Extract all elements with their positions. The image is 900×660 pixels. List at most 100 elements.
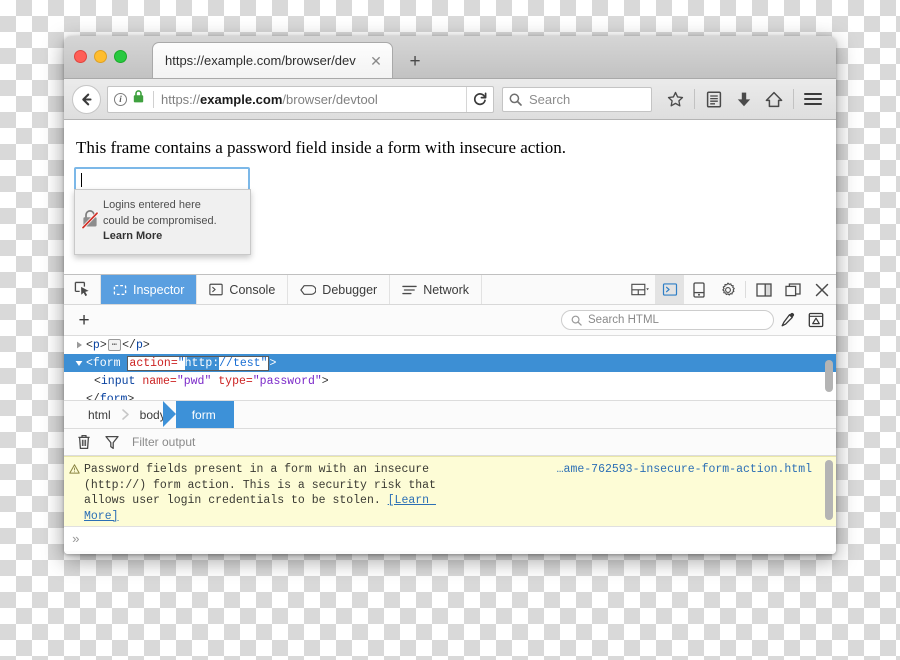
browser-tab-title: https://example.com/browser/dev — [165, 53, 356, 68]
responsive-design-icon[interactable] — [684, 275, 713, 304]
tab-console-label: Console — [229, 282, 276, 297]
toolbar-divider-2 — [793, 89, 794, 109]
node-picker-icon[interactable] — [64, 275, 101, 304]
minimize-window-button[interactable] — [94, 50, 107, 63]
devtools-toolbar-divider — [745, 281, 746, 298]
form-close-open-bracket: </ — [86, 392, 100, 401]
devtools-toolbar-spacer — [482, 275, 626, 304]
console-filter-row: Filter output — [64, 429, 836, 456]
back-arrow-icon — [82, 93, 92, 105]
eyedropper-icon[interactable] — [774, 312, 802, 328]
page-info-icon[interactable]: i — [114, 92, 127, 106]
filter-output-placeholder[interactable]: Filter output — [132, 435, 195, 449]
password-input[interactable] — [74, 167, 250, 191]
close-devtools-icon[interactable] — [807, 275, 836, 304]
text-caret — [81, 173, 82, 187]
console-input-prompt[interactable]: » — [64, 526, 836, 551]
input-close-bracket: > — [321, 374, 329, 388]
browser-tab[interactable]: https://example.com/browser/dev ✕ — [152, 42, 393, 78]
insecure-login-tooltip: Logins entered here could be compromised… — [74, 189, 251, 255]
search-icon — [509, 93, 522, 106]
expand-twisty-icon[interactable] — [72, 341, 86, 349]
breadcrumb: html body form — [64, 401, 836, 429]
page-heading: This frame contains a password field ins… — [76, 138, 567, 157]
tooltip-text: Logins entered here could be compromised… — [103, 198, 217, 245]
collapse-twisty-icon[interactable] — [72, 360, 86, 367]
form-attr-space — [121, 357, 128, 370]
breadcrumb-item-html[interactable]: html — [78, 401, 121, 428]
close-window-button[interactable] — [74, 50, 87, 63]
collapsed-children-icon[interactable]: ⋯ — [107, 339, 122, 351]
console-warning-message[interactable]: Password fields present in a form with a… — [64, 456, 836, 526]
sp2 — [211, 375, 218, 388]
window-controls — [74, 50, 127, 63]
tab-debugger[interactable]: Debugger — [288, 275, 391, 304]
attr-value-rest: //test — [219, 356, 261, 370]
home-icon[interactable] — [759, 85, 789, 113]
toolbar-divider — [694, 89, 695, 109]
p-close-bracket: > — [99, 338, 107, 352]
bookmark-star-icon[interactable] — [660, 85, 690, 113]
search-placeholder: Search — [529, 91, 571, 107]
funnel-icon[interactable] — [98, 435, 126, 450]
tab-network-label: Network — [423, 282, 470, 297]
add-node-button[interactable]: + — [70, 308, 98, 332]
back-button[interactable] — [72, 84, 101, 114]
form-action-attribute-editor[interactable]: action="http://test" — [127, 355, 270, 371]
dock-side-icon[interactable] — [749, 275, 778, 304]
dock-window-icon[interactable] — [778, 275, 807, 304]
tab-console[interactable]: Console — [197, 275, 289, 304]
toolbar-search-field[interactable]: Search — [502, 86, 652, 112]
tab-inspector[interactable]: Inspector — [101, 275, 198, 304]
new-tab-button[interactable]: + — [404, 50, 426, 72]
markup-scrollbar-thumb[interactable] — [825, 360, 833, 392]
url-prefix: https:// — [161, 91, 201, 107]
markup-row-input[interactable]: < input name= "pwd" type= "password" > — [64, 372, 836, 390]
reader-list-icon[interactable] — [699, 85, 729, 113]
tab-inspector-label: Inspector — [133, 282, 185, 297]
form-close-bracket: > — [269, 356, 277, 370]
console-message-source-link[interactable]: …ame-762593-insecure-form-action.html — [557, 463, 812, 476]
breadcrumb-item-form[interactable]: form — [162, 401, 234, 428]
zoom-window-button[interactable] — [114, 50, 127, 63]
form-open-bracket: < — [86, 356, 93, 370]
attr-value-selected: http: — [184, 356, 220, 370]
split-view-icon[interactable] — [626, 275, 655, 304]
url-bar[interactable]: i https://example.com/browser/devtool — [107, 85, 494, 113]
attr-name: action= — [129, 356, 178, 370]
reload-button[interactable] — [466, 86, 493, 112]
search-html-placeholder: Search HTML — [588, 314, 659, 326]
toolbar-icon-group — [660, 85, 828, 113]
attr-quote-close: " — [260, 356, 268, 370]
tooltip-line-1: Logins entered here — [103, 199, 201, 211]
devtools-panel: Inspector Console Debugger Network + Sea… — [64, 274, 836, 554]
menu-icon[interactable] — [798, 85, 828, 113]
screenshot-node-icon[interactable] — [802, 312, 830, 328]
network-icon — [402, 285, 417, 294]
p-open-bracket: < — [86, 338, 93, 352]
markup-row-form[interactable]: < form action="http://test" > — [64, 354, 836, 372]
split-console-icon[interactable] — [655, 275, 684, 304]
input-attr-name-key: name= — [142, 374, 177, 388]
console-scrollbar-thumb[interactable] — [825, 460, 833, 520]
tooltip-learn-more-link[interactable]: Learn More — [103, 229, 217, 245]
close-tab-icon[interactable]: ✕ — [366, 51, 386, 71]
markup-row-form-close[interactable]: </form > — [64, 390, 836, 401]
form-close-tag-name: form — [99, 392, 128, 401]
search-html-input[interactable]: Search HTML — [561, 310, 774, 330]
settings-gear-icon[interactable] — [713, 275, 742, 304]
search-icon — [571, 315, 582, 326]
markup-row-p[interactable]: < p > ⋯ </p > — [64, 336, 836, 354]
sp1 — [135, 375, 142, 388]
tab-network[interactable]: Network — [390, 275, 483, 304]
site-identity-block[interactable]: i — [108, 90, 149, 108]
reload-icon — [473, 92, 487, 106]
markup-view: < p > ⋯ </p > < form action="http://test" > < in… — [64, 336, 836, 401]
browser-window: https://example.com/browser/dev ✕ + i ht… — [64, 36, 836, 554]
downloads-icon[interactable] — [729, 85, 759, 113]
p-end-open: </ — [122, 338, 136, 352]
inspector-icon — [113, 284, 127, 295]
page-viewport: This frame contains a password field ins… — [64, 120, 836, 275]
trash-icon[interactable] — [70, 434, 98, 450]
devtools-toolbar: Inspector Console Debugger Network — [64, 275, 836, 305]
